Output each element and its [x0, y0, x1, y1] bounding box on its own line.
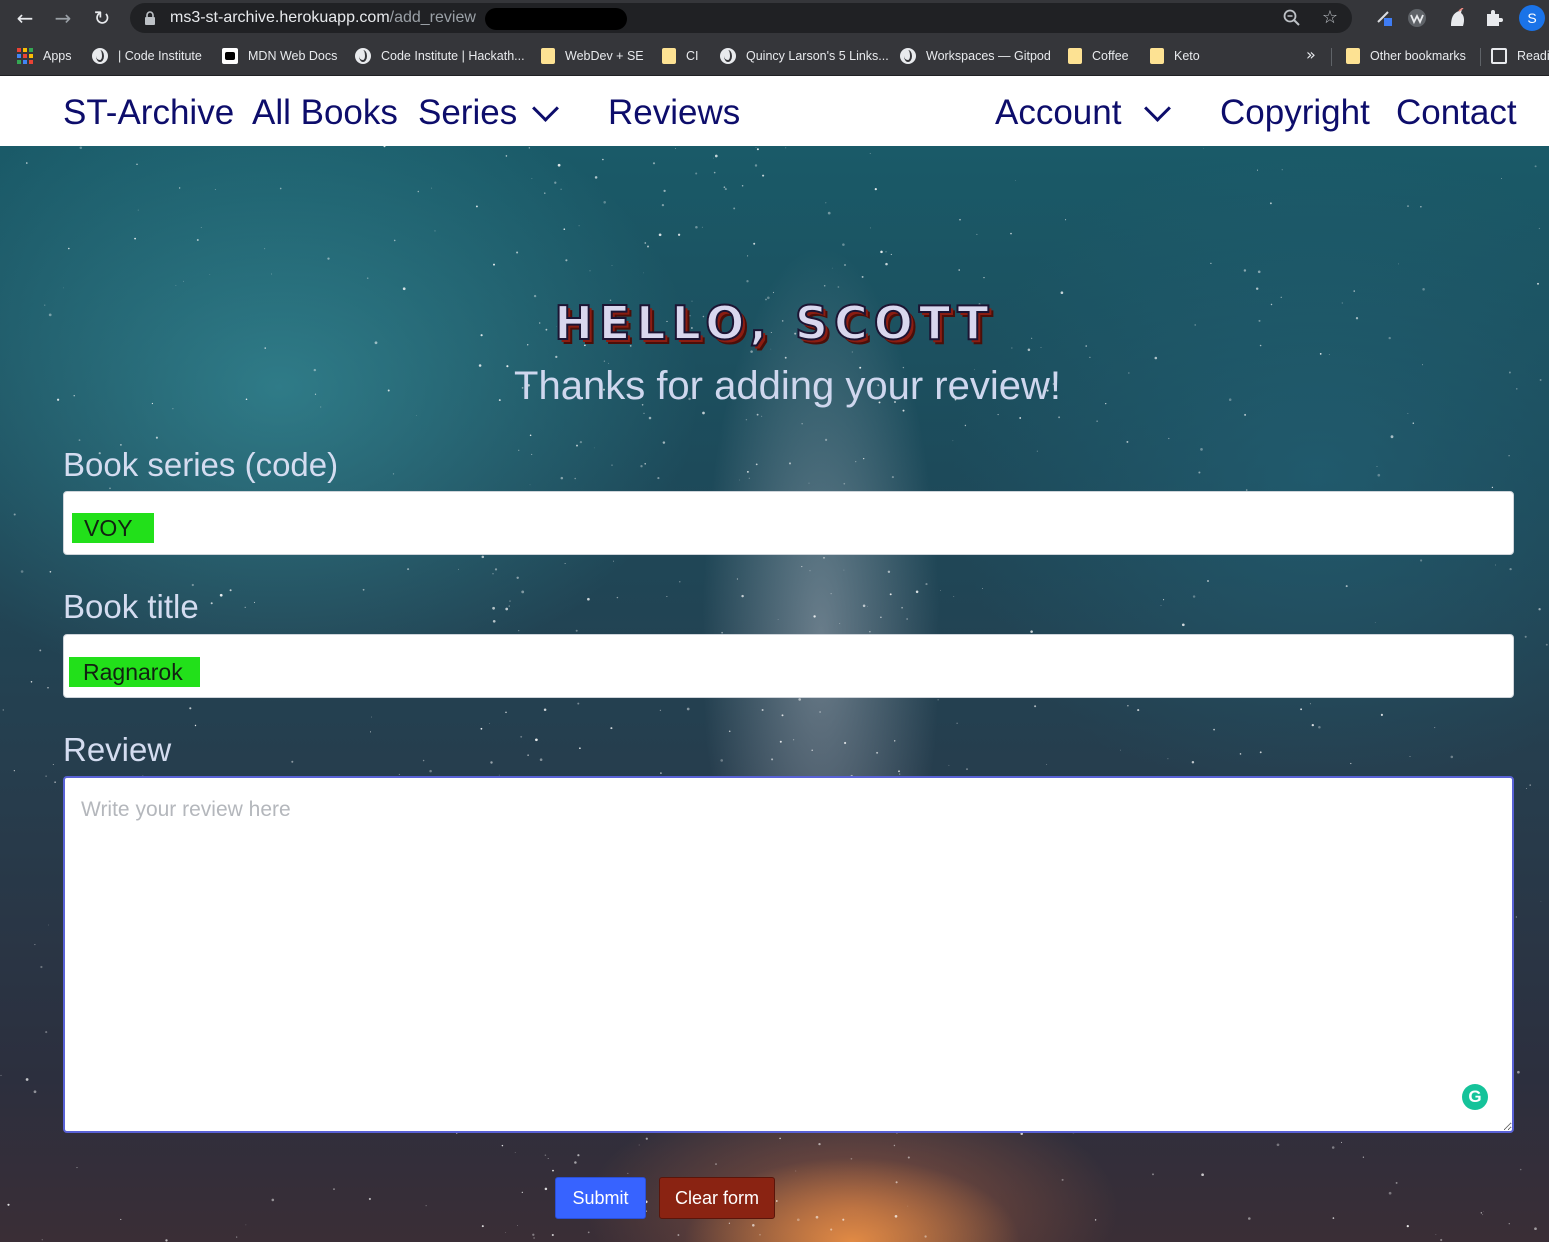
bookmark-ci[interactable]: CI	[662, 36, 699, 76]
bookmark-code-institute-hackathon[interactable]: Code Institute | Hackath...	[355, 36, 525, 76]
folder-icon	[662, 48, 676, 64]
clear-form-button[interactable]: Clear form	[659, 1177, 775, 1219]
chevron-down-icon[interactable]	[1145, 102, 1165, 122]
bookmark-label: Quincy Larson's 5 Links...	[746, 49, 889, 63]
book-title-label: Book title	[63, 588, 199, 625]
review-textarea[interactable]	[63, 776, 1514, 1133]
book-title-value: Ragnarok	[69, 657, 200, 687]
globe-icon	[92, 48, 108, 64]
nav-brand-link[interactable]: ST-Archive	[63, 77, 234, 149]
series-code-input[interactable]: VOY	[63, 491, 1514, 555]
color-picker-extension-icon[interactable]	[1370, 4, 1398, 32]
puzzle-extensions-icon[interactable]	[1480, 4, 1508, 32]
reading-list-label: Readi	[1517, 49, 1549, 63]
bookmark-quincy-larson[interactable]: Quincy Larson's 5 Links...	[720, 36, 889, 76]
browser-toolbar: ← → ↻ ms3-st-archive.herokuapp.com/add_r…	[0, 0, 1549, 36]
bookmark-label: MDN Web Docs	[248, 49, 338, 63]
folder-icon	[1150, 48, 1164, 64]
address-bar[interactable]: ms3-st-archive.herokuapp.com/add_review …	[130, 3, 1352, 33]
nav-reviews-link[interactable]: Reviews	[608, 77, 740, 149]
back-arrow-icon[interactable]: ←	[11, 4, 39, 32]
bookmark-label: Keto	[1174, 49, 1200, 63]
bookmark-label: WebDev + SE	[565, 49, 644, 63]
starfield-background: HELLO, SCOTT Thanks for adding your revi…	[0, 146, 1549, 1242]
url-host: ms3-st-archive.herokuapp.com	[170, 9, 390, 26]
nav-series-dropdown[interactable]: Series	[418, 77, 517, 149]
bookmarks-bar: Apps | Code Institute MDN Web Docs Code …	[0, 36, 1549, 76]
bookmark-label: Code Institute | Hackath...	[381, 49, 525, 63]
url-text: ms3-st-archive.herokuapp.com/add_review	[170, 3, 476, 33]
bookmark-star-icon[interactable]: ☆	[1318, 6, 1342, 30]
globe-icon	[720, 48, 736, 64]
apps-grid-icon	[17, 48, 33, 64]
bookmark-label: | Code Institute	[118, 49, 202, 63]
more-bookmarks-chevron-icon[interactable]: »	[1306, 36, 1316, 74]
url-path: /add_review	[389, 9, 476, 26]
folder-icon	[1346, 48, 1360, 64]
forward-arrow-icon[interactable]: →	[49, 4, 77, 32]
nav-all-books-link[interactable]: All Books	[252, 77, 398, 149]
series-code-value: VOY	[72, 513, 154, 543]
w-extension-icon[interactable]	[1403, 4, 1431, 32]
submit-button[interactable]: Submit	[555, 1177, 646, 1219]
bookmark-other-bookmarks[interactable]: Other bookmarks	[1346, 36, 1466, 76]
bookmark-divider	[1331, 48, 1332, 66]
reading-list-button[interactable]: Readi	[1491, 36, 1549, 76]
lock-icon	[145, 11, 155, 25]
folder-icon	[541, 48, 555, 64]
bookmark-gitpod[interactable]: Workspaces — Gitpod	[900, 36, 1051, 76]
bookmark-mdn[interactable]: MDN Web Docs	[222, 36, 337, 76]
bookmark-webdev-se[interactable]: WebDev + SE	[541, 36, 644, 76]
nav-copyright-link[interactable]: Copyright	[1220, 77, 1370, 149]
reload-icon[interactable]: ↻	[88, 4, 116, 32]
zoom-icon[interactable]	[1280, 6, 1304, 30]
page-subtitle: Thanks for adding your review!	[514, 364, 1061, 408]
bookmark-divider	[1480, 48, 1481, 66]
bookmark-code-institute[interactable]: | Code Institute	[92, 36, 202, 76]
chevron-down-icon[interactable]	[533, 102, 553, 122]
redaction-bar	[485, 8, 627, 30]
unicorn-extension-icon[interactable]	[1443, 4, 1471, 32]
globe-icon	[355, 48, 371, 64]
bookmark-keto[interactable]: Keto	[1150, 36, 1200, 76]
bookmark-label: Coffee	[1092, 49, 1129, 63]
grammarly-icon[interactable]: G	[1462, 1084, 1488, 1110]
book-title-input[interactable]: Ragnarok	[63, 634, 1514, 698]
bookmark-label: Other bookmarks	[1370, 49, 1466, 63]
site-navbar: ST-Archive All Books Series Reviews Acco…	[0, 77, 1549, 146]
bookmark-apps[interactable]: Apps	[17, 36, 72, 76]
greeting-heading: HELLO, SCOTT	[553, 295, 995, 351]
review-label: Review	[63, 731, 172, 768]
series-code-label: Book series (code)	[63, 446, 339, 483]
globe-icon	[900, 48, 916, 64]
bookmark-label: Workspaces — Gitpod	[926, 49, 1051, 63]
reading-list-icon	[1491, 48, 1507, 64]
profile-avatar[interactable]: S	[1519, 5, 1545, 31]
bookmark-coffee[interactable]: Coffee	[1068, 36, 1129, 76]
bookmark-label: CI	[686, 49, 699, 63]
folder-icon	[1068, 48, 1082, 64]
nav-contact-link[interactable]: Contact	[1396, 77, 1517, 149]
mdn-icon	[222, 48, 238, 64]
nav-account-dropdown[interactable]: Account	[995, 77, 1121, 149]
bookmark-label: Apps	[43, 49, 72, 63]
